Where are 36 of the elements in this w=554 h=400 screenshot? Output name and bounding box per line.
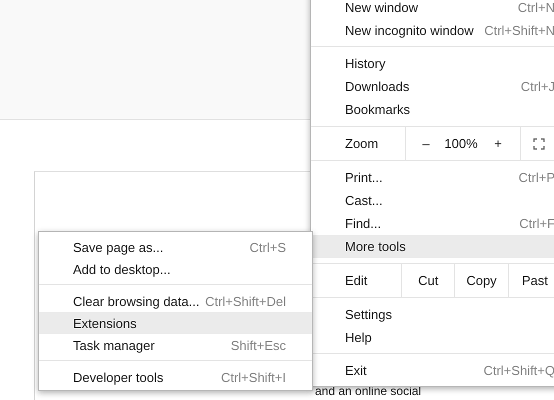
menu-item[interactable]: More tools bbox=[311, 235, 554, 258]
menu-item[interactable]: New incognito window Ctrl+Shift+N bbox=[311, 19, 554, 42]
shortcut-text: Ctrl+S bbox=[250, 240, 286, 254]
menu-item[interactable]: Clear browsing data... Ctrl+Shift+Del bbox=[39, 290, 312, 312]
menu-item[interactable]: Bookmarks bbox=[311, 98, 554, 121]
shortcut-text: Ctrl+N bbox=[518, 0, 554, 15]
menu-item[interactable]: Downloads Ctrl+J bbox=[311, 75, 554, 98]
shortcut-text: Ctrl+Shift+Del bbox=[205, 294, 286, 308]
fullscreen-icon[interactable] bbox=[533, 138, 545, 150]
menu-item[interactable]: History bbox=[311, 52, 554, 75]
menu-item[interactable]: Extensions bbox=[39, 312, 312, 334]
menu-item[interactable]: Settings bbox=[311, 303, 554, 326]
shortcut-text: Ctrl+J bbox=[520, 79, 554, 94]
menu-item[interactable]: Cast... bbox=[311, 189, 554, 212]
zoom-level: 100% bbox=[446, 135, 476, 153]
shortcut-text: Ctrl+P bbox=[518, 170, 554, 185]
menu-item[interactable]: Save page as... Ctrl+S bbox=[39, 236, 312, 258]
edit-label: Edit bbox=[344, 272, 368, 290]
edit-button[interactable]: Past bbox=[508, 264, 554, 297]
article-text: and an online social bbox=[315, 385, 422, 398]
menu-item[interactable]: Exit Ctrl+Shift+Q bbox=[311, 359, 554, 382]
zoom-out-button[interactable]: – bbox=[406, 127, 446, 160]
zoom-label: Zoom bbox=[344, 135, 380, 153]
menu-item[interactable]: Help bbox=[311, 326, 554, 349]
menu-item[interactable]: Add to desktop... bbox=[39, 258, 312, 280]
shortcut-text: Ctrl+Shift+Q bbox=[483, 363, 554, 378]
edit-button[interactable]: Cut bbox=[401, 264, 454, 297]
shortcut-text: Shift+Esc bbox=[230, 338, 286, 352]
menu-item[interactable]: Developer tools Ctrl+Shift+I bbox=[39, 366, 312, 388]
zoom-in-button[interactable]: + bbox=[476, 127, 520, 160]
shortcut-text: Ctrl+Shift+N bbox=[484, 23, 554, 38]
edit-button[interactable]: Copy bbox=[454, 264, 508, 297]
menu-item[interactable]: Task manager Shift+Esc bbox=[39, 334, 312, 356]
shortcut-text: Ctrl+Shift+I bbox=[220, 370, 286, 384]
menu-item[interactable]: Print... Ctrl+P bbox=[311, 166, 554, 189]
menu-item[interactable]: New window Ctrl+N bbox=[311, 0, 554, 19]
